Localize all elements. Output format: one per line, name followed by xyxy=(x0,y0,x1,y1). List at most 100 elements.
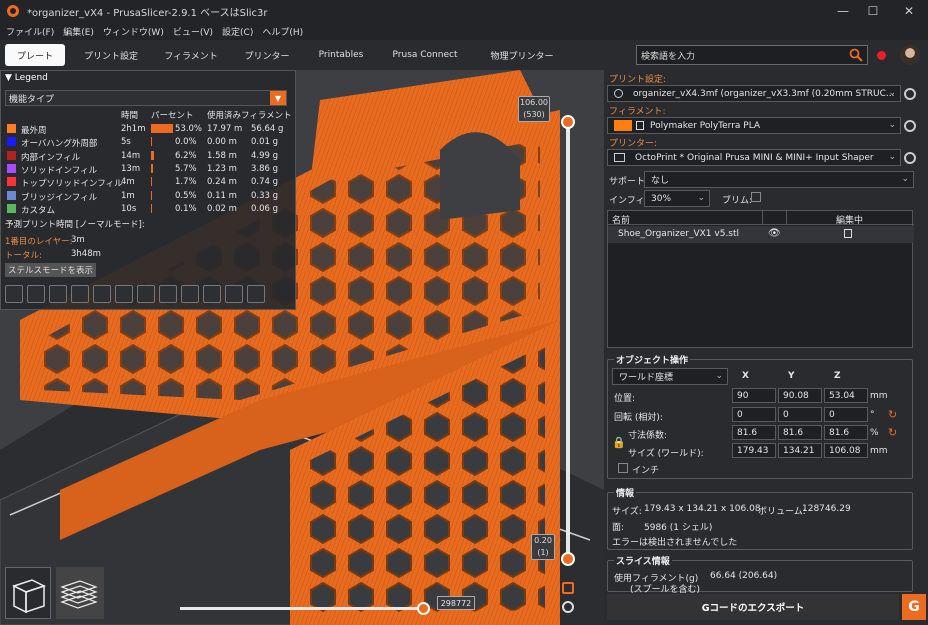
move-slider-track[interactable] xyxy=(180,607,424,610)
filament-combo[interactable]: Polymaker PolyTerra PLA ⌄ xyxy=(607,117,901,134)
lock-icon[interactable] xyxy=(562,582,574,594)
info-faces-value: 5986 (1 シェル) xyxy=(644,523,713,533)
show-stealth-mode-button[interactable]: ステルスモードを表示 xyxy=(5,263,97,277)
scale-unit: % xyxy=(870,428,879,438)
menu-window[interactable]: ウィンドウ(W) xyxy=(103,25,164,38)
size-y-field[interactable]: 134.21 xyxy=(778,443,822,458)
rotation-z-field[interactable]: 0 xyxy=(824,407,868,422)
close-button[interactable]: ✕ xyxy=(892,0,926,22)
user-avatar[interactable] xyxy=(900,45,920,65)
move-slider-label: 298772 xyxy=(437,596,475,610)
center-of-gravity-icon[interactable] xyxy=(203,285,221,303)
rotation-y-field[interactable]: 0 xyxy=(778,407,822,422)
layer-slider-track[interactable] xyxy=(566,122,570,562)
scale-x-field[interactable]: 81.6 xyxy=(732,425,776,440)
object-name: Shoe_Organizer_VX1 v5.stl xyxy=(618,229,740,239)
legend-row[interactable]: 内部インフィル 14m 6.2% 1.58 m 4.99 g xyxy=(5,150,293,163)
legend-grams: 56.64 g xyxy=(251,124,284,134)
menu-edit[interactable]: 編集(E) xyxy=(63,25,94,38)
tab-printer[interactable]: プリンター xyxy=(225,44,309,66)
tool-marker-icon[interactable] xyxy=(247,285,265,303)
preset-icon xyxy=(614,89,623,98)
tab-printables[interactable]: Printables xyxy=(309,44,373,66)
edit-icon[interactable] xyxy=(844,229,852,238)
maximize-button[interactable]: ☐ xyxy=(856,0,890,22)
position-x-field[interactable]: 90 xyxy=(732,388,776,403)
legend-row[interactable]: ソリッドインフィル 13m 5.7% 1.23 m 3.86 g xyxy=(5,163,293,176)
legend-time: 1m xyxy=(121,190,135,201)
legend-view-type-select[interactable]: 機能タイプ ▼ xyxy=(5,90,287,106)
wipe-icon[interactable] xyxy=(27,285,45,303)
tab-print-settings[interactable]: プリント設定 xyxy=(65,44,157,66)
legend-percent-bar xyxy=(151,163,154,173)
color-change-icon[interactable] xyxy=(137,285,155,303)
legend-meters: 0.00 m xyxy=(207,137,237,148)
retraction-icon[interactable] xyxy=(49,285,67,303)
recording-indicator-icon xyxy=(877,51,886,60)
search-icon[interactable] xyxy=(849,48,863,62)
reset-rotation-icon[interactable]: ↻ xyxy=(888,408,897,421)
tab-physical-printer[interactable]: 物理プリンター xyxy=(477,44,567,66)
inch-checkbox[interactable] xyxy=(618,463,628,473)
tab-prusa-connect[interactable]: Prusa Connect xyxy=(373,44,477,66)
legend-row[interactable]: オーバハング外周部 5s 0.0% 0.00 m 0.01 g xyxy=(5,136,293,149)
size-z-field[interactable]: 106.08 xyxy=(824,443,868,458)
legend-row[interactable]: ブリッジインフィル 1m 0.5% 0.11 m 0.33 g xyxy=(5,190,293,203)
rotation-x-field[interactable]: 0 xyxy=(732,407,776,422)
chevron-down-icon: ⌄ xyxy=(888,152,896,162)
legend-header[interactable]: ▼ Legend xyxy=(1,71,295,85)
search-input[interactable]: 検索語を入力 xyxy=(636,45,868,65)
legend-option-toolbar xyxy=(5,285,269,305)
position-label: 位置: xyxy=(614,394,636,404)
position-y-field[interactable]: 90.08 xyxy=(778,388,822,403)
shells-icon[interactable] xyxy=(225,285,243,303)
send-gcode-icon[interactable]: G xyxy=(902,594,926,620)
printer-gear-icon[interactable] xyxy=(904,152,916,164)
tool-change-icon[interactable] xyxy=(115,285,133,303)
print-settings-combo[interactable]: organizer_vX4.3mf (organizer_vX3.3mf (0.… xyxy=(607,85,901,102)
object-row[interactable]: Shoe_Organizer_VX1 v5.stl 👁 xyxy=(608,226,914,243)
brim-checkbox[interactable] xyxy=(751,192,761,202)
move-slider-handle[interactable] xyxy=(417,602,430,615)
export-gcode-button[interactable]: Gコードのエクスポート xyxy=(607,594,899,620)
reset-scale-icon[interactable]: ↻ xyxy=(888,426,897,439)
printer-combo[interactable]: OctoPrint * Original Prusa MINI & MINI+ … xyxy=(607,149,901,166)
settings-cog-icon[interactable] xyxy=(562,601,574,613)
filament-color-swatch[interactable] xyxy=(614,120,632,131)
tab-filament[interactable]: フィラメント xyxy=(157,44,225,66)
support-combo[interactable]: なし ⌄ xyxy=(644,171,914,188)
print-settings-gear-icon[interactable] xyxy=(904,88,916,100)
menu-view[interactable]: ビュー(V) xyxy=(173,25,213,38)
filament-gear-icon[interactable] xyxy=(904,120,916,132)
scale-z-field[interactable]: 81.6 xyxy=(824,425,868,440)
menu-help[interactable]: ヘルプ(H) xyxy=(262,25,303,38)
search-placeholder: 検索語を入力 xyxy=(641,51,696,62)
lock-scale-icon[interactable]: 🔒 xyxy=(612,436,626,449)
view-3d-button[interactable] xyxy=(5,567,51,619)
layer-slider-bottom-handle[interactable] xyxy=(561,552,575,566)
travel-icon[interactable] xyxy=(5,285,23,303)
size-x-field[interactable]: 179.43 xyxy=(732,443,776,458)
scale-y-field[interactable]: 81.6 xyxy=(778,425,822,440)
legend-row[interactable]: カスタム 10s 0.1% 0.02 m 0.06 g xyxy=(5,203,293,216)
deretraction-icon[interactable] xyxy=(71,285,89,303)
pause-icon[interactable] xyxy=(159,285,177,303)
legend-row[interactable]: トップソリッドインフィル 4m 1.7% 0.24 m 0.74 g xyxy=(5,176,293,189)
custom-gcode-icon[interactable] xyxy=(181,285,199,303)
legend-time: 4m xyxy=(121,177,135,188)
legend-time: 10s xyxy=(121,203,137,214)
menu-file[interactable]: ファイル(F) xyxy=(6,25,54,38)
legend-row[interactable]: 最外周 2h1m 53.0% 17.97 m 56.64 g xyxy=(5,123,293,136)
eye-icon[interactable]: 👁 xyxy=(768,228,781,239)
seam-icon[interactable] xyxy=(93,285,111,303)
menu-settings[interactable]: 設定(C) xyxy=(222,25,253,38)
coordinate-mode-combo[interactable]: ワールド座標 ⌄ xyxy=(612,368,728,385)
view-layers-button[interactable] xyxy=(56,567,104,619)
minimize-button[interactable]: — xyxy=(826,0,860,22)
infill-combo[interactable]: 30% ⌄ xyxy=(644,190,710,207)
position-z-field[interactable]: 53.04 xyxy=(824,388,868,403)
tab-plater[interactable]: プレート xyxy=(5,44,65,66)
legend-meters: 17.97 m xyxy=(207,124,243,134)
layer-slider-top-handle[interactable] xyxy=(561,115,575,129)
window-title: *organizer_vX4 - PrusaSlicer-2.9.1 ベースはS… xyxy=(27,7,268,19)
